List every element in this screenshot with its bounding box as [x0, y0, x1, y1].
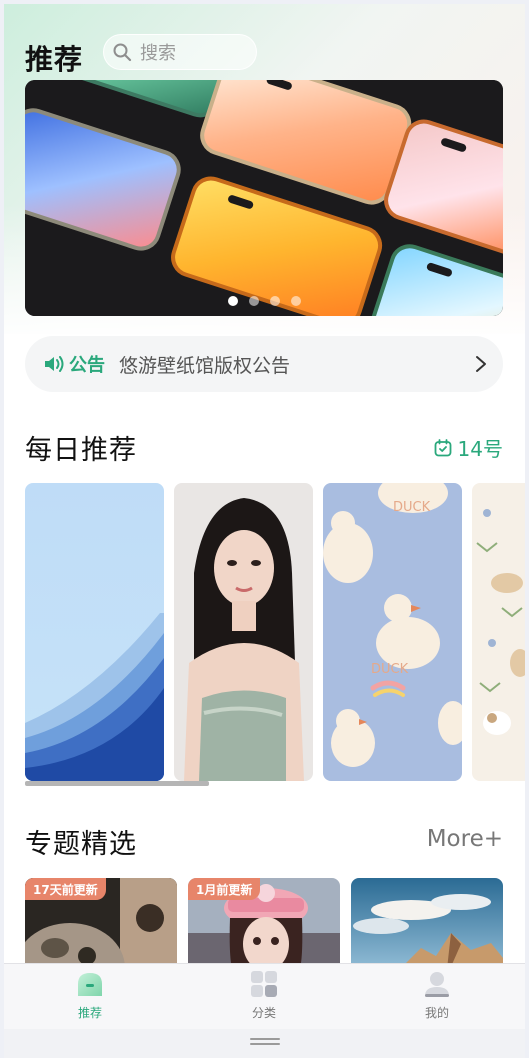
search-placeholder: 搜索: [140, 43, 176, 64]
svg-text:DUCK: DUCK: [371, 662, 409, 677]
daily-date[interactable]: 14号: [434, 433, 503, 462]
search-input[interactable]: 搜索: [103, 34, 257, 70]
wallpaper-thumbnail: DUCK DUCK: [323, 483, 462, 781]
header: 推荐: [25, 38, 83, 78]
daily-scrollbar[interactable]: [25, 781, 503, 787]
wallpaper-thumbnail: [174, 483, 313, 781]
daily-date-text: 14号: [457, 437, 503, 461]
bottom-tab-bar: 推荐 分类 我的: [4, 963, 525, 1029]
topics-section-title: 专题精选: [25, 829, 137, 860]
banner-carousel[interactable]: [25, 80, 503, 316]
chevron-right-icon: [476, 356, 486, 372]
banner-image: [25, 80, 503, 316]
carousel-dot[interactable]: [290, 296, 301, 306]
grid-icon: [251, 971, 277, 997]
tab-profile[interactable]: 我的: [377, 970, 497, 1021]
notice-tag-label: 公告: [69, 355, 105, 376]
tab-label: 分类: [251, 1006, 276, 1020]
wallpaper-thumbnail: [25, 483, 164, 781]
tab-recommend[interactable]: 推荐: [30, 970, 150, 1021]
app-screen: 推荐 搜索 公告 悠游壁纸馆版权公告 每日推荐 14号 DUCK DUCK 专题…: [4, 4, 525, 1058]
tab-label: 推荐: [77, 1006, 102, 1020]
topic-badge: 1月前更新: [188, 878, 261, 900]
notice-text: 悠游壁纸馆版权公告: [119, 354, 291, 377]
daily-card[interactable]: [25, 483, 164, 781]
home-indicator[interactable]: [250, 1038, 280, 1046]
carousel-dot[interactable]: [248, 296, 259, 306]
daily-section-title: 每日推荐: [25, 435, 137, 466]
speaker-icon: [45, 356, 64, 372]
search-icon: [113, 43, 132, 62]
svg-text:DUCK: DUCK: [393, 500, 431, 515]
calendar-icon: [434, 438, 451, 456]
scrollbar-thumb[interactable]: [25, 781, 209, 786]
tab-category[interactable]: 分类: [204, 970, 324, 1021]
daily-card[interactable]: DUCK DUCK: [323, 483, 462, 781]
user-icon: [425, 972, 449, 997]
carousel-indicator: [25, 296, 503, 306]
topics-list: 17天前更新 1月前更新: [25, 878, 525, 978]
topics-more-link[interactable]: More+: [427, 826, 503, 852]
daily-carousel[interactable]: DUCK DUCK: [25, 483, 525, 781]
tab-label: 我的: [424, 1006, 449, 1020]
daily-card[interactable]: [472, 483, 525, 781]
notice-tag: 公告: [43, 351, 105, 377]
daily-card[interactable]: [174, 483, 313, 781]
home-icon: [78, 973, 102, 996]
carousel-dot[interactable]: [227, 296, 238, 306]
notice-bar[interactable]: 公告 悠游壁纸馆版权公告: [25, 336, 503, 392]
wallpaper-thumbnail: [472, 483, 525, 781]
carousel-dot[interactable]: [269, 296, 280, 306]
page-title: 推荐: [25, 43, 84, 76]
topic-badge: 17天前更新: [25, 878, 106, 900]
